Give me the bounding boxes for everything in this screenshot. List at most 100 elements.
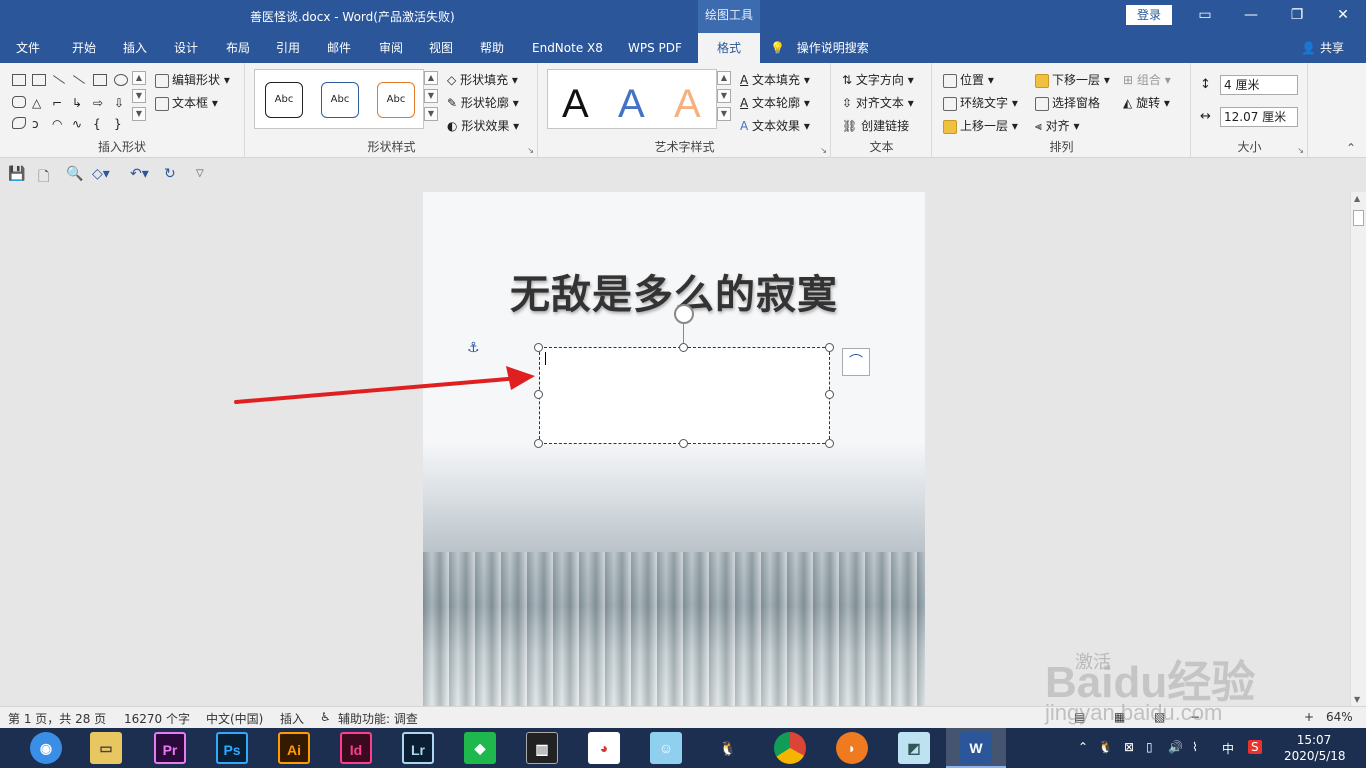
curve-shape-icon[interactable]: ∿ [72, 117, 86, 131]
zoom-in-icon[interactable]: + [1304, 710, 1314, 724]
shape-effects-button[interactable]: ◐ 形状效果 ▾ [447, 117, 519, 134]
ime-indicator[interactable]: 中 [1222, 740, 1234, 757]
undo-icon[interactable]: ↶▾ [130, 166, 149, 182]
vertical-text-box-shape-icon[interactable] [32, 74, 46, 86]
tab-references[interactable]: 引用 [270, 33, 306, 63]
shape-fill-button[interactable]: ◇ 形状填充 ▾ [447, 71, 518, 88]
gallery-more-icon[interactable]: ▼ [717, 107, 731, 121]
text-direction-button[interactable]: ⇅ 文字方向 ▾ [842, 71, 914, 88]
right-arrow-shape-icon[interactable]: ⇨ [93, 96, 107, 110]
shapes-icon[interactable]: ◇▾ [92, 166, 110, 182]
tab-home[interactable]: 开始 [66, 33, 102, 63]
position-button[interactable]: 位置 ▾ [943, 71, 994, 88]
illustrator-icon[interactable]: Ai [278, 732, 310, 764]
tab-layout[interactable]: 布局 [220, 33, 256, 63]
lightroom-icon[interactable]: Lr [402, 732, 434, 764]
left-brace-shape-icon[interactable]: { [93, 117, 107, 131]
premiere-icon[interactable]: Pr [154, 732, 186, 764]
gallery-up-icon[interactable]: ▲ [424, 71, 438, 85]
arrow-line-shape-icon[interactable] [72, 75, 86, 84]
indesign-icon[interactable]: Id [340, 732, 372, 764]
rounded-rectangle-shape-icon[interactable] [12, 96, 26, 108]
shape-width-input[interactable]: 12.07 厘米 [1220, 107, 1298, 127]
page-count[interactable]: 第 1 页，共 28 页 [8, 710, 106, 727]
gallery-up-icon[interactable]: ▲ [717, 71, 731, 85]
line-shape-icon[interactable] [52, 75, 66, 84]
text-fill-button[interactable]: A 文本填充 ▾ [740, 71, 810, 88]
save-icon[interactable]: 💾 [8, 166, 25, 182]
dialog-launcher-icon[interactable]: ↘ [1297, 146, 1304, 155]
share-button[interactable]: 👤 共享 [1301, 33, 1344, 63]
tab-review[interactable]: 审阅 [373, 33, 409, 63]
resize-handle-bottom-left[interactable] [534, 439, 543, 448]
tab-endnote[interactable]: EndNote X8 [526, 33, 609, 63]
gallery-down-icon[interactable]: ▼ [132, 89, 146, 103]
tab-wps-pdf[interactable]: WPS PDF [622, 33, 688, 63]
ribbon-display-options-icon[interactable]: ▭ [1182, 0, 1228, 30]
login-button[interactable]: 登录 [1126, 5, 1172, 25]
right-brace-shape-icon[interactable]: } [114, 117, 128, 131]
chrome-icon[interactable] [774, 732, 806, 764]
print-preview-icon[interactable]: 🔍 [66, 166, 83, 182]
scrollbar-thumb[interactable] [1353, 210, 1364, 226]
accessibility-status[interactable]: 辅助功能: 调查 [338, 710, 418, 727]
resize-handle-top[interactable] [679, 343, 688, 352]
tab-help[interactable]: 帮助 [474, 33, 510, 63]
down-arrow-shape-icon[interactable]: ⇩ [114, 96, 128, 110]
tab-view[interactable]: 视图 [423, 33, 459, 63]
word-count[interactable]: 16270 个字 [124, 710, 190, 727]
zoom-level[interactable]: 64% [1326, 710, 1353, 724]
minimize-icon[interactable]: — [1228, 0, 1274, 30]
network-error-icon[interactable]: ⊠ [1124, 740, 1134, 754]
document-page[interactable]: 无敌是多么的寂寞 [423, 192, 925, 706]
redo-icon[interactable]: ↻ [164, 166, 176, 182]
resize-handle-bottom-right[interactable] [825, 439, 834, 448]
battery-icon[interactable]: ▯ [1146, 740, 1153, 754]
bring-forward-button[interactable]: 上移一层 ▾ [943, 117, 1018, 134]
scribble-shape-icon[interactable]: ↄ [32, 117, 46, 131]
elbow-connector-icon[interactable]: ⌐ [52, 96, 66, 110]
align-text-button[interactable]: ⇳ 对齐文本 ▾ [842, 94, 914, 111]
edit-shape-button[interactable]: 编辑形状 ▾ [155, 71, 230, 88]
cat-app-icon[interactable]: ☺ [650, 732, 682, 764]
shape-outline-button[interactable]: ✎ 形状轮廓 ▾ [447, 94, 519, 111]
gallery-down-icon[interactable]: ▼ [424, 89, 438, 103]
colorful-app-icon[interactable]: ◕ [588, 732, 620, 764]
resize-handle-top-right[interactable] [825, 343, 834, 352]
gallery-up-icon[interactable]: ▲ [132, 71, 146, 85]
wordart-blue[interactable]: A [618, 82, 645, 127]
word-icon[interactable]: W [960, 732, 992, 764]
dialog-launcher-icon[interactable]: ↘ [527, 146, 534, 155]
text-box-shape-icon[interactable] [12, 74, 26, 86]
elbow-arrow-connector-icon[interactable]: ↳ [72, 96, 86, 110]
shape-style-orange[interactable]: Abc [377, 82, 415, 118]
system-clock[interactable]: 15:07 2020/5/18 [1284, 732, 1346, 764]
firefox-like-icon[interactable]: ◗ [836, 732, 868, 764]
rectangle-shape-icon[interactable] [93, 74, 107, 86]
text-effects-button[interactable]: A 文本效果 ▾ [740, 117, 810, 134]
shape-style-blue[interactable]: Abc [321, 82, 359, 118]
wordart-black[interactable]: A [562, 82, 589, 127]
browser-icon[interactable]: ◉ [30, 732, 62, 764]
resize-handle-right[interactable] [825, 390, 834, 399]
shape-style-black[interactable]: Abc [265, 82, 303, 118]
tab-format[interactable]: 格式 [698, 33, 760, 63]
tab-file[interactable]: 文件 [10, 33, 46, 63]
customize-toolbar-icon[interactable]: ▽ [196, 168, 204, 179]
rotate-button[interactable]: ◭ 旋转 ▾ [1123, 94, 1170, 111]
sogou-ime-icon[interactable]: S [1248, 740, 1262, 754]
shapes-gallery[interactable]: △ ⌐ ↳ ⇨ ⇩ ↄ ◠ ∿ { } [8, 69, 148, 133]
gallery-down-icon[interactable]: ▼ [717, 89, 731, 103]
resize-handle-top-left[interactable] [534, 343, 543, 352]
tell-me-search[interactable]: 💡 操作说明搜索 [770, 33, 869, 63]
tab-insert[interactable]: 插入 [117, 33, 153, 63]
new-document-icon[interactable]: 🗋 [38, 166, 49, 190]
video-editor-icon[interactable]: ▥ [526, 732, 558, 764]
file-explorer-icon[interactable]: ▭ [90, 732, 122, 764]
send-backward-button[interactable]: 下移一层 ▾ [1035, 71, 1110, 88]
selection-pane-button[interactable]: 选择窗格 [1035, 94, 1100, 111]
oval-shape-icon[interactable] [114, 74, 128, 86]
text-box-button[interactable]: 文本框 ▾ [155, 94, 218, 111]
create-link-button[interactable]: ⛓ 创建链接 [842, 117, 909, 134]
resize-handle-bottom[interactable] [679, 439, 688, 448]
